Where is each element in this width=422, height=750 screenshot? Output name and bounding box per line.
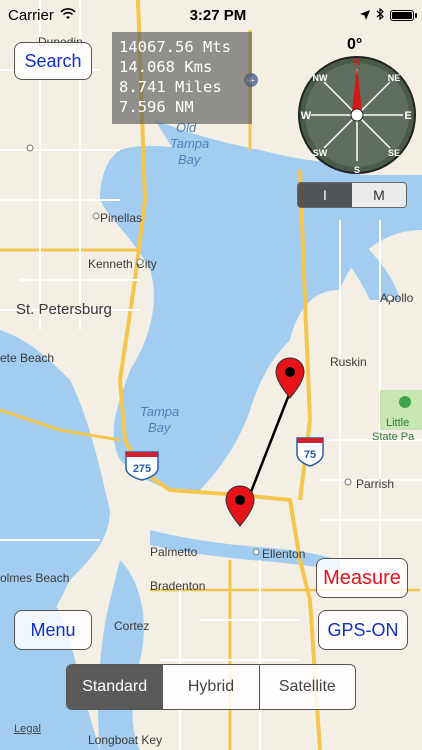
label-cortez: Cortez <box>114 619 149 633</box>
compass-n: N <box>354 57 361 67</box>
label-ete-beach: ete Beach <box>0 351 54 365</box>
label-ruskin: Ruskin <box>330 355 367 369</box>
label-palmetto: Palmetto <box>150 545 198 559</box>
label-parrish: Parrish <box>356 477 394 491</box>
distance-readout: 14067.56 Mts 14.068 Kms 8.741 Miles 7.59… <box>112 32 252 124</box>
label-apollo: Apollo <box>380 291 414 305</box>
label-bay: Bay <box>148 420 172 435</box>
wifi-icon <box>60 7 76 24</box>
compass-s: S <box>354 165 360 175</box>
search-button[interactable]: Search <box>14 42 92 80</box>
distance-miles: 8.741 Miles <box>119 78 222 96</box>
clock: 3:27 PM <box>189 6 247 24</box>
status-left: Carrier <box>8 7 76 24</box>
label-little: Little <box>386 417 409 429</box>
bluetooth-icon <box>376 7 384 24</box>
status-bar: Carrier 3:27 PM <box>0 0 422 30</box>
measure-button[interactable]: Measure <box>316 558 408 598</box>
compass-nw: NW <box>313 73 328 83</box>
compass-e: E <box>404 110 411 122</box>
map-type-hybrid[interactable]: Hybrid <box>162 665 258 709</box>
menu-button[interactable]: Menu <box>14 610 92 650</box>
label-longboat-key: Longboat Key <box>88 733 162 747</box>
distance-meters: 14067.56 Mts <box>119 38 231 56</box>
compass-icon: N NE E SE S SW W NW <box>298 56 416 175</box>
legal-link[interactable]: Legal <box>14 723 41 735</box>
label-old-tampa: Tampa <box>170 136 209 151</box>
unit-toggle[interactable]: I M <box>297 182 407 208</box>
unit-toggle-metric[interactable]: M <box>352 183 406 207</box>
carrier-label: Carrier <box>8 6 54 24</box>
label-bradenton: Bradenton <box>150 579 205 593</box>
label-ellenton: Ellenton <box>262 547 305 561</box>
hwy-275-shield: 275 <box>125 451 159 481</box>
label-tampa: Tampa <box>140 404 179 419</box>
map-type-satellite[interactable]: Satellite <box>258 665 355 709</box>
label-kenneth-city: Kenneth City <box>88 257 157 271</box>
map-type-standard[interactable]: Standard <box>67 665 163 709</box>
label-state-park: State Pa <box>372 431 415 443</box>
hwy-75-shield: 75 <box>296 437 324 467</box>
label-pinellas: Pinellas <box>100 211 142 225</box>
compass-sw: SW <box>313 148 328 158</box>
hwy-75-label: 75 <box>304 449 316 461</box>
distance-kilometers: 14.068 Kms <box>119 58 213 76</box>
battery-icon <box>389 9 417 21</box>
compass-ne: NE <box>388 73 401 83</box>
location-arrow-icon <box>359 7 370 24</box>
compass-w: W <box>301 110 312 122</box>
label-holmes-beach: olmes Beach <box>0 571 69 585</box>
label-old-bay: Bay <box>178 152 202 167</box>
gps-button[interactable]: GPS-ON <box>318 610 408 650</box>
status-right <box>359 7 417 24</box>
distance-nautical-miles: 7.596 NM <box>119 98 194 116</box>
compass-se: SE <box>388 148 400 158</box>
map-type-selector[interactable]: Standard Hybrid Satellite <box>66 664 356 710</box>
hwy-275-label: 275 <box>133 463 151 475</box>
heading-readout: 0° <box>347 36 363 53</box>
unit-toggle-imperial[interactable]: I <box>298 183 352 207</box>
label-st-petersburg: St. Petersburg <box>16 301 112 318</box>
